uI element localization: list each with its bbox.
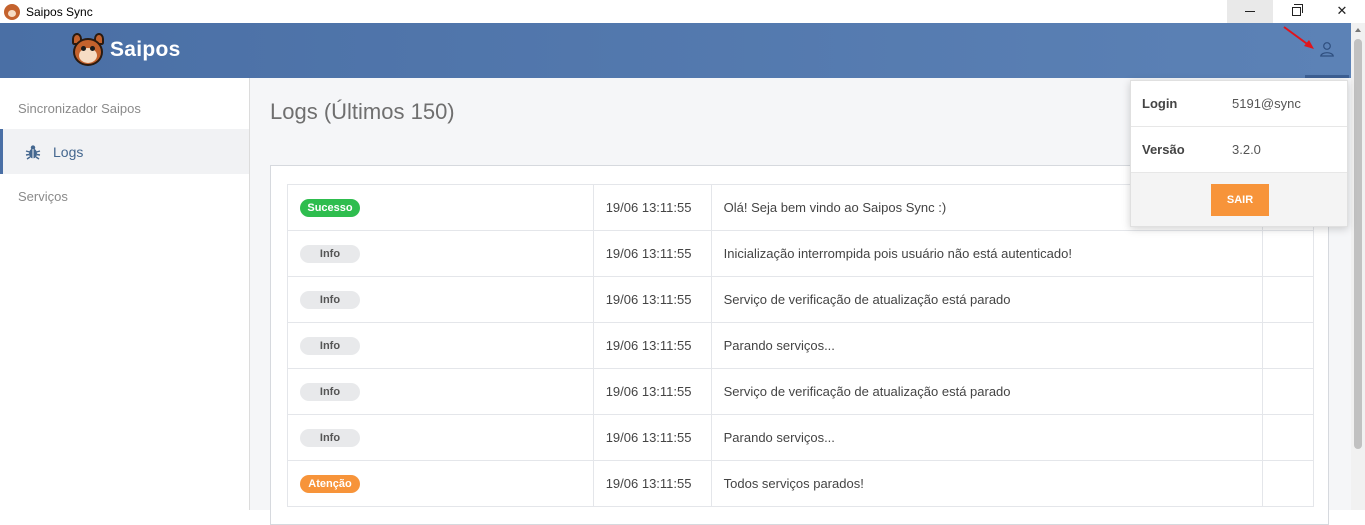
status-badge: Atenção	[300, 474, 360, 493]
sidebar-section-title: Sincronizador Saipos	[18, 101, 141, 116]
scroll-up-icon[interactable]	[1355, 28, 1361, 32]
log-level-cell: Info	[287, 276, 594, 323]
window-titlebar: Saipos Sync	[0, 0, 1365, 23]
window-scrollbar[interactable]	[1351, 23, 1365, 510]
user-menu-footer: SAIR	[1131, 173, 1347, 226]
log-message: Parando serviços...	[710, 414, 1264, 461]
log-extra-cell	[1262, 414, 1314, 461]
log-message: Serviço de verificação de atualização es…	[710, 276, 1264, 323]
squirrel-mascot-icon	[70, 32, 106, 68]
user-menu-dropdown: Login 5191@sync Versão 3.2.0 SAIR	[1130, 80, 1348, 227]
user-menu-button[interactable]	[1305, 23, 1349, 78]
bug-icon	[25, 144, 41, 160]
logout-button[interactable]: SAIR	[1211, 184, 1269, 216]
minimize-icon	[1245, 11, 1255, 12]
table-row: Info 19/06 13:11:55 Parando serviços...	[287, 414, 1314, 461]
log-timestamp: 19/06 13:11:55	[592, 322, 712, 369]
status-badge: Info	[300, 382, 360, 401]
login-label: Login	[1142, 96, 1178, 111]
log-extra-cell	[1262, 322, 1314, 369]
log-level-cell: Info	[287, 368, 594, 415]
table-row: Atenção 19/06 13:11:55 Todos serviços para…	[287, 460, 1314, 507]
log-timestamp: 19/06 13:11:55	[592, 184, 712, 231]
app-header: Saipos	[0, 23, 1351, 78]
table-row: Info 19/06 13:11:55 Inicialização interrom…	[287, 230, 1314, 277]
minimize-button[interactable]	[1227, 0, 1273, 23]
log-level-cell: Atenção	[287, 460, 594, 507]
app-logo-icon	[4, 3, 20, 20]
log-extra-cell	[1262, 276, 1314, 323]
log-extra-cell	[1262, 368, 1314, 415]
maximize-button[interactable]	[1273, 0, 1319, 23]
login-value: 5191@sync	[1232, 96, 1301, 111]
login-row: Login 5191@sync	[1131, 81, 1347, 127]
sidebar: Sincronizador Saipos Logs Serviços	[0, 78, 250, 510]
version-value: 3.2.0	[1232, 142, 1261, 157]
table-row: Info 19/06 13:11:55 Serviço de verificação…	[287, 276, 1314, 323]
log-level-cell: Info	[287, 230, 594, 277]
brand-name: Saipos	[110, 38, 181, 61]
scrollbar-thumb[interactable]	[1354, 39, 1362, 449]
user-icon	[1320, 42, 1334, 57]
log-timestamp: 19/06 13:11:55	[592, 230, 712, 277]
window-title: Saipos Sync	[26, 4, 93, 19]
logs-table: Sucesso 19/06 13:11:55 Olá! Seja bem vindo…	[287, 184, 1314, 507]
log-message: Parando serviços...	[710, 322, 1264, 369]
sidebar-item-logs[interactable]: Logs	[0, 129, 249, 174]
log-message: Todos serviços parados!	[710, 460, 1264, 507]
log-timestamp: 19/06 13:11:55	[592, 368, 712, 415]
log-level-cell: Info	[287, 414, 594, 461]
status-badge: Info	[300, 336, 360, 355]
restore-icon	[1291, 4, 1303, 16]
log-timestamp: 19/06 13:11:55	[592, 460, 712, 507]
log-extra-cell	[1262, 230, 1314, 277]
log-message: Inicialização interrompida pois usuário …	[710, 230, 1264, 277]
log-message: Serviço de verificação de atualização es…	[710, 368, 1264, 415]
sidebar-item-label: Logs	[53, 143, 84, 160]
status-badge: Info	[300, 244, 360, 263]
brand-logo[interactable]: Saipos	[70, 32, 181, 68]
log-extra-cell	[1262, 460, 1314, 507]
log-level-cell: Sucesso	[287, 184, 594, 231]
log-level-cell: Info	[287, 322, 594, 369]
status-badge: Sucesso	[300, 198, 360, 217]
table-row: Info 19/06 13:11:55 Serviço de verificação…	[287, 368, 1314, 415]
log-timestamp: 19/06 13:11:55	[592, 276, 712, 323]
sidebar-item-servicos[interactable]: Serviços	[18, 189, 68, 204]
status-badge: Info	[300, 428, 360, 447]
close-button[interactable]: ✕	[1319, 0, 1365, 23]
status-badge: Info	[300, 290, 360, 309]
version-row: Versão 3.2.0	[1131, 127, 1347, 173]
page-title: Logs (Últimos 150)	[270, 99, 455, 124]
log-timestamp: 19/06 13:11:55	[592, 414, 712, 461]
table-row: Info 19/06 13:11:55 Parando serviços...	[287, 322, 1314, 369]
close-icon: ✕	[1336, 4, 1348, 19]
version-label: Versão	[1142, 142, 1185, 157]
